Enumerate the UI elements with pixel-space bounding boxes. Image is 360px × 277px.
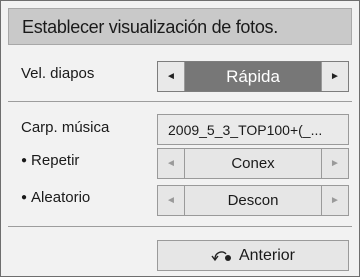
repeat-label: ● Repetir bbox=[21, 152, 79, 169]
bullet-icon: ● bbox=[21, 155, 28, 166]
slide-speed-left-arrow-icon[interactable]: ◄ bbox=[158, 62, 185, 91]
music-folder-field[interactable]: 2009_5_3_TOP100+(_... bbox=[157, 114, 349, 145]
slide-speed-label: Vel. diapos bbox=[21, 65, 95, 82]
repeat-selector[interactable]: ◄ Conex ► bbox=[157, 148, 349, 179]
shuffle-label-text: Aleatorio bbox=[31, 189, 91, 206]
shuffle-left-arrow-icon[interactable]: ◄ bbox=[158, 186, 185, 215]
shuffle-label: ● Aleatorio bbox=[21, 189, 90, 206]
repeat-value: Conex bbox=[231, 155, 275, 172]
shuffle-value: Descon bbox=[227, 192, 279, 209]
return-icon bbox=[211, 250, 231, 261]
slide-speed-value: Rápida bbox=[185, 62, 321, 91]
dialog-titlebar: Establecer visualización de fotos. bbox=[8, 8, 352, 45]
shuffle-selector[interactable]: ◄ Descon ► bbox=[157, 185, 349, 216]
back-button-label: Anterior bbox=[238, 246, 296, 264]
slide-speed-right-arrow-icon[interactable]: ► bbox=[321, 62, 348, 91]
repeat-right-arrow-icon[interactable]: ► bbox=[321, 149, 348, 178]
back-button[interactable]: Anterior bbox=[157, 240, 349, 271]
photo-display-settings-dialog: Establecer visualización de fotos. Vel. … bbox=[0, 0, 360, 277]
divider bbox=[8, 226, 352, 227]
bullet-icon: ● bbox=[21, 192, 28, 203]
divider bbox=[8, 101, 352, 102]
repeat-label-text: Repetir bbox=[31, 152, 80, 169]
dialog-title: Establecer visualización de fotos. bbox=[22, 17, 278, 37]
music-folder-label: Carp. música bbox=[21, 119, 110, 136]
shuffle-right-arrow-icon[interactable]: ► bbox=[321, 186, 348, 215]
slide-speed-selector[interactable]: ◄ Rápida ► bbox=[157, 61, 349, 92]
repeat-left-arrow-icon[interactable]: ◄ bbox=[158, 149, 185, 178]
